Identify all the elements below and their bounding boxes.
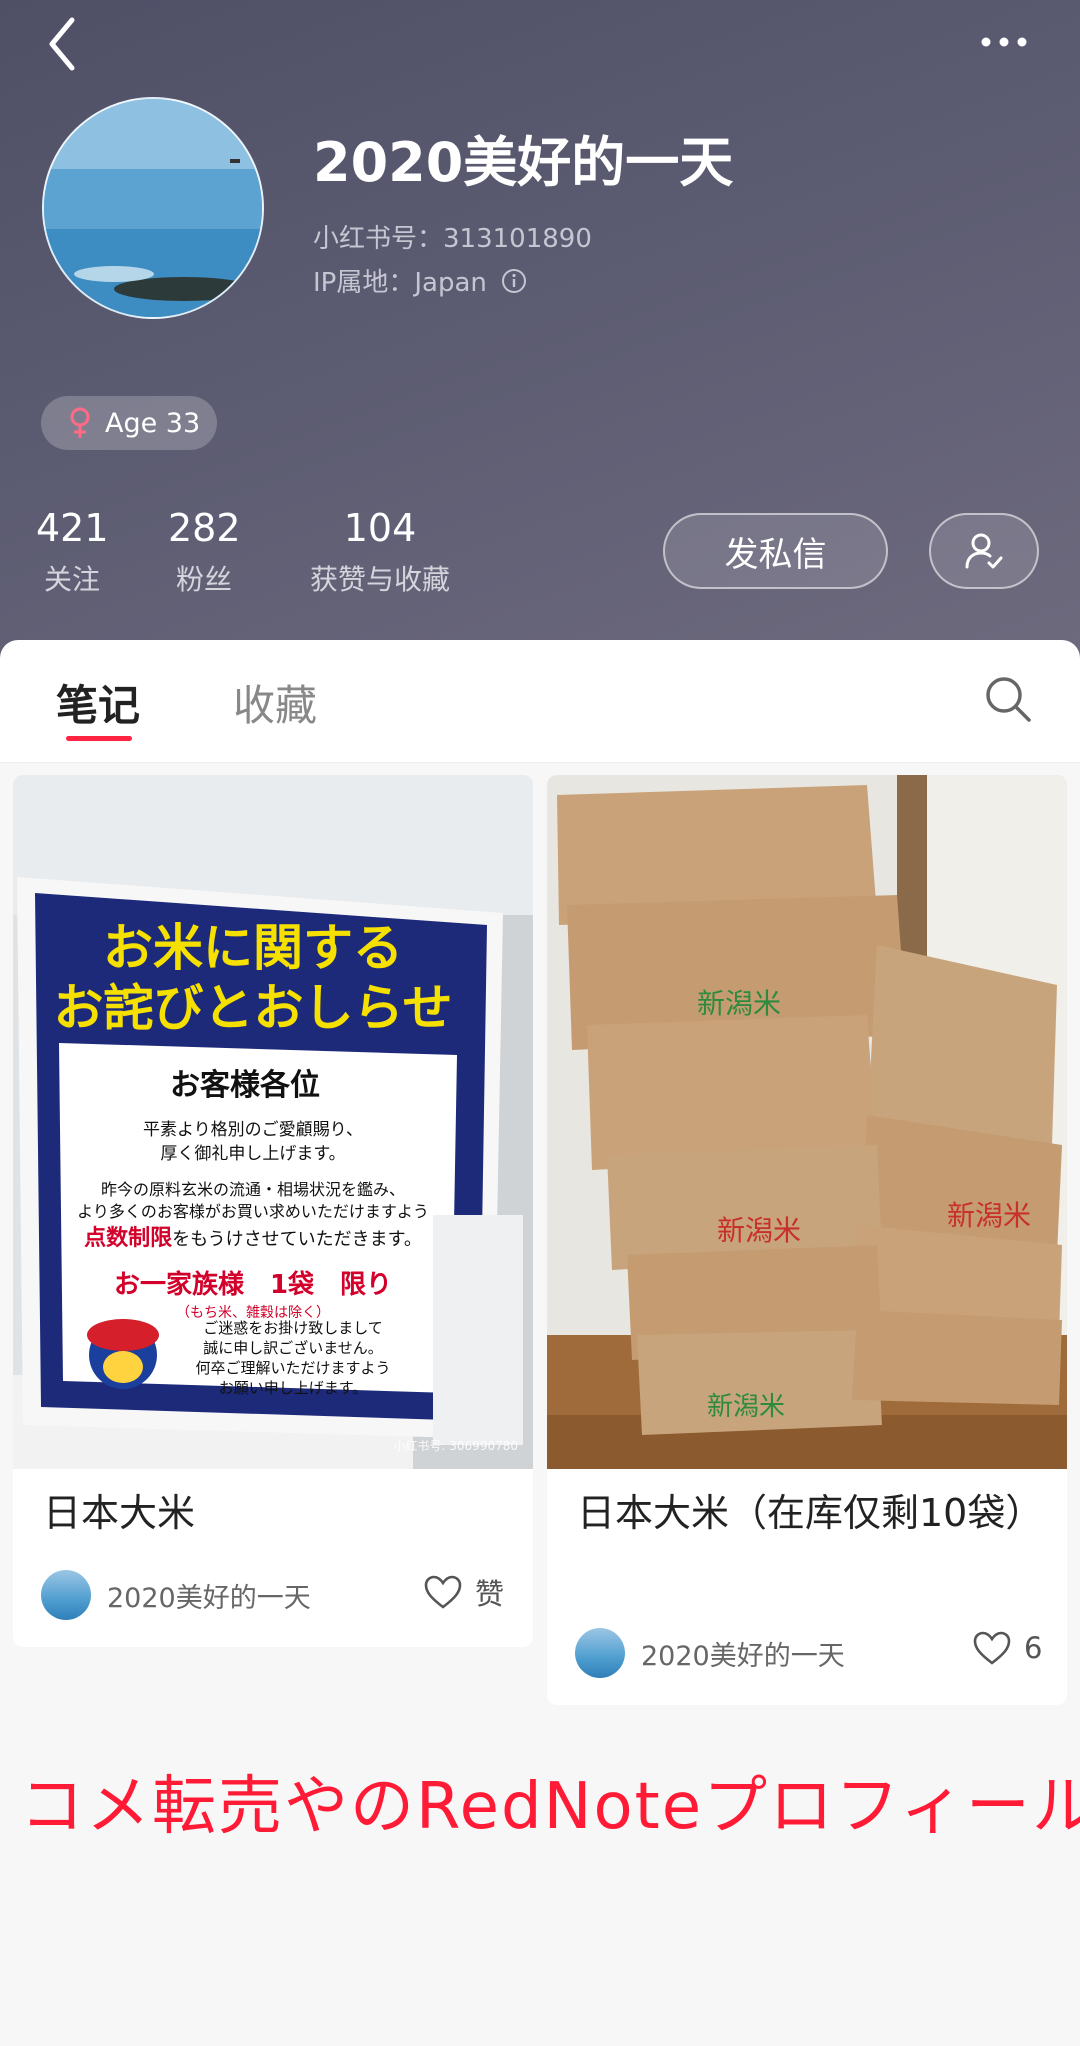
note-card[interactable]: お米に関する お詫びとおしらせ お客様各位 平素より格別のご愛顧賜り、 厚く御礼… — [13, 775, 533, 1647]
stat-likes-collects[interactable]: 104 获赞与收藏 — [300, 506, 460, 598]
heart-icon — [973, 1631, 1011, 1665]
note-author[interactable]: 2020美好的一天 — [41, 1570, 311, 1620]
sign-apology-line1: ご迷惑をお掛け致しまして — [203, 1319, 383, 1337]
note-title[interactable]: 日本大米（在库仅剩10袋） — [577, 1485, 1043, 1541]
age-tag-label: Age 33 — [105, 407, 201, 439]
back-button[interactable] — [40, 14, 90, 74]
sign-body2-line1: 昨今の原料玄米の流通・相場状況を鑑み、 — [101, 1180, 405, 1199]
sign-headline-line1: お米に関する — [103, 919, 403, 977]
profile-header: 2020美好的一天 小红书号：313101890 IP属地：Japan Age … — [0, 0, 1080, 660]
follow-button[interactable] — [929, 513, 1039, 589]
rice-notice-sign-image: お米に関する お詫びとおしらせ お客様各位 平素より格別のご愛顧賜り、 厚く御礼… — [13, 775, 533, 1469]
tab-notes[interactable]: 笔记 — [56, 672, 140, 733]
age-tag: Age 33 — [41, 396, 217, 450]
more-button[interactable] — [976, 22, 1036, 62]
author-name: 2020美好的一天 — [641, 1640, 845, 1672]
like-count: 赞 — [475, 1577, 505, 1611]
note-image-sign[interactable]: お米に関する お詫びとおしらせ お客様各位 平素より格別のご愛顧賜り、 厚く御礼… — [13, 775, 533, 1469]
author-name: 2020美好的一天 — [107, 1582, 311, 1614]
avatar[interactable] — [42, 97, 264, 319]
stat-value: 104 — [343, 506, 417, 550]
ip-location: IP属地：Japan — [313, 262, 527, 299]
overlay-caption: コメ転売やのRedNoteプロフィール — [20, 1770, 1080, 1844]
user-check-icon — [965, 533, 1003, 569]
active-tab-indicator — [66, 736, 132, 741]
bag-label: 新潟米 — [717, 1214, 801, 1247]
sign-body1-line1: 平素より格別のご愛顧賜り、 — [143, 1120, 363, 1140]
stat-label: 获赞与收藏 — [309, 563, 450, 596]
bag-label: 新潟米 — [947, 1199, 1031, 1232]
stat-value: 282 — [168, 506, 241, 550]
bag-label: 新潟米 — [707, 1392, 785, 1422]
note-image-rice-bags[interactable]: 新潟米 新潟米 新潟米 新潟米 — [547, 775, 1067, 1469]
sign-rule: お一家族様 1袋 限り — [114, 1269, 392, 1300]
heart-icon — [424, 1575, 462, 1609]
info-icon[interactable] — [501, 268, 527, 294]
send-message-button[interactable]: 发私信 — [663, 513, 888, 589]
female-icon — [70, 407, 90, 438]
tab-bar: 笔记 收藏 — [0, 640, 1080, 763]
tab-collections[interactable]: 收藏 — [233, 672, 317, 733]
profile-name: 2020美好的一天 — [313, 131, 734, 194]
sign-greeting: お客様各位 — [170, 1068, 320, 1103]
sign-limit-strong: 点数制限 — [84, 1225, 172, 1251]
stat-followers[interactable]: 282 粉丝 — [168, 506, 241, 598]
note-author[interactable]: 2020美好的一天 — [575, 1628, 845, 1678]
like-button[interactable]: 6 — [972, 1630, 1042, 1666]
stat-label: 粉丝 — [175, 563, 232, 596]
chevron-left-icon — [49, 17, 75, 71]
avatar — [41, 1570, 91, 1620]
ip-location-text: IP属地：Japan — [313, 268, 487, 298]
redbook-id: 小红书号：313101890 — [313, 224, 592, 254]
like-count: 6 — [1024, 1631, 1043, 1665]
sign-apology-line2: 誠に申し訳ございません。 — [203, 1339, 383, 1357]
avatar — [575, 1628, 625, 1678]
sign-watermark: 小红书号: 306990780 — [393, 1438, 518, 1453]
note-title[interactable]: 日本大米 — [43, 1485, 503, 1541]
sign-body2-line2: より多くのお客様がお買い求めいただけますよう — [77, 1202, 429, 1221]
sign-limit-rest: をもうけさせていただきます。 — [172, 1229, 422, 1250]
svg-text:点数制限をもうけさせていただきます。: 点数制限をもうけさせていただきます。 — [84, 1225, 422, 1251]
stat-label: 关注 — [43, 563, 100, 596]
like-button[interactable]: 赞 — [423, 1571, 504, 1613]
sign-body1-line2: 厚く御礼申し上げます。 — [160, 1144, 345, 1164]
rice-bags-image: 新潟米 新潟米 新潟米 新潟米 — [547, 775, 1067, 1469]
note-card[interactable]: 新潟米 新潟米 新潟米 新潟米 日本大米（在库仅剩10袋） 2020美好的一天 … — [547, 775, 1067, 1705]
sign-apology-line3: 何卒ご理解いただけますよう — [195, 1359, 390, 1377]
search-button[interactable] — [983, 674, 1033, 724]
more-dots-icon — [981, 37, 1027, 47]
stat-following[interactable]: 421 关注 — [36, 506, 109, 598]
bag-label: 新潟米 — [697, 987, 781, 1020]
stat-value: 421 — [36, 506, 109, 550]
sea-avatar-image — [44, 99, 262, 317]
sign-apology-line4: お願い申し上げます。 — [219, 1379, 368, 1397]
sign-headline-line2: お詫びとおしらせ — [54, 979, 453, 1037]
search-icon — [986, 677, 1031, 722]
